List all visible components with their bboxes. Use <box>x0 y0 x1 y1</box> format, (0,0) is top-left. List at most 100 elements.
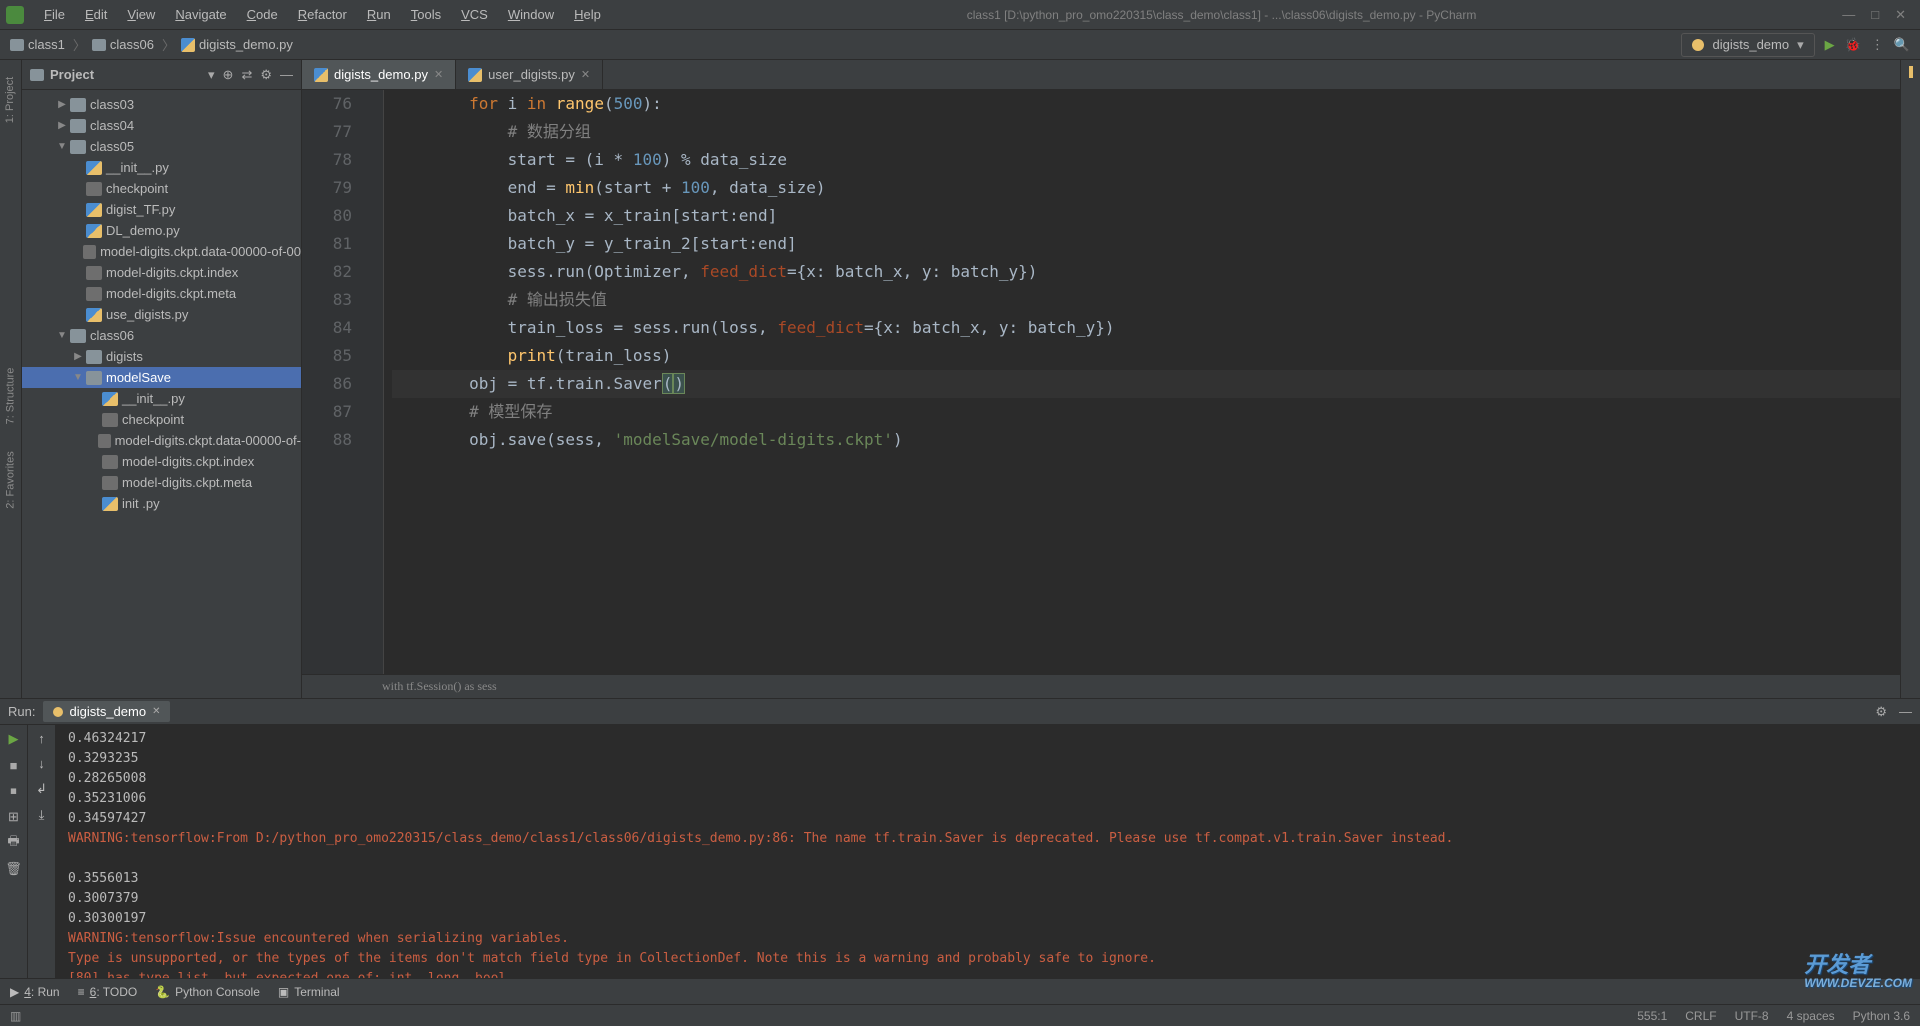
indent-status[interactable]: 4 spaces <box>1787 1009 1835 1023</box>
window-title: class1 [D:\python_pro_omo220315\class_de… <box>609 8 1834 22</box>
tree-item[interactable]: use_digists.py <box>22 304 301 325</box>
editor-tab[interactable]: digists_demo.py✕ <box>302 60 456 89</box>
menu-edit[interactable]: Edit <box>77 3 115 26</box>
more-actions-button[interactable]: ⋮ <box>1871 37 1884 53</box>
structure-tool-tab[interactable]: 7: Structure <box>5 368 17 425</box>
project-panel-header: Project ▾ ⊕ ⇄ ⚙ — <box>22 60 301 90</box>
breadcrumb-item[interactable]: class1〉 <box>10 35 86 54</box>
line-separator[interactable]: CRLF <box>1685 1009 1716 1023</box>
close-button[interactable]: ✕ <box>1895 7 1906 23</box>
main-area: 1: Project 7: Structure 2: Favorites Pro… <box>0 60 1920 698</box>
main-menu: FileEditViewNavigateCodeRefactorRunTools… <box>36 3 609 26</box>
chevron-down-icon[interactable]: ▾ <box>208 67 215 83</box>
python-console-tab[interactable]: 🐍 Python Console <box>155 985 260 999</box>
scroll-down-icon[interactable]: ↓ <box>38 756 45 771</box>
run-actions-bar: ▶ ■ ⏹ ⊞ 🖶 🗑 <box>0 725 28 978</box>
run-tool-window: Run: digists_demo ✕ ⚙ — ▶ ■ ⏹ ⊞ 🖶 🗑 ↑ <box>0 698 1920 978</box>
run-config-selector[interactable]: digists_demo ▾ <box>1681 33 1814 57</box>
run-tab-label: digists_demo <box>69 704 146 719</box>
run-bottom-tab[interactable]: ▶ 4: Run <box>10 985 60 999</box>
menu-code[interactable]: Code <box>239 3 286 26</box>
favorites-tool-tab[interactable]: 2: Favorites <box>5 451 17 508</box>
tree-item[interactable]: ▶class03 <box>22 94 301 115</box>
menu-run[interactable]: Run <box>359 3 399 26</box>
delete-button[interactable]: 🗑 <box>6 861 22 877</box>
run-scroll-bar: ↑ ↓ ↲ ⤓ <box>28 725 56 978</box>
tree-item[interactable]: __init__.py <box>22 388 301 409</box>
run-tool-header: Run: digists_demo ✕ ⚙ — <box>0 699 1920 725</box>
run-button[interactable]: ▶ <box>1825 37 1835 53</box>
code-content[interactable]: for i in range(500): # 数据分组 start = (i *… <box>384 90 1900 674</box>
hide-icon[interactable]: — <box>280 67 293 82</box>
tree-item[interactable]: __init__.py <box>22 157 301 178</box>
tree-item[interactable]: model-digits.ckpt.index <box>22 262 301 283</box>
debug-button[interactable]: 🐞 <box>1845 37 1861 53</box>
tree-item[interactable]: digist_TF.py <box>22 199 301 220</box>
error-stripe[interactable] <box>1900 60 1920 698</box>
layout-button[interactable]: ⊞ <box>6 809 22 825</box>
run-config-label: digists_demo <box>1712 37 1789 52</box>
run-tab-icon <box>53 707 63 717</box>
tree-item[interactable]: model-digits.ckpt.data-00000-of- <box>22 430 301 451</box>
navigation-bar: class1〉 class06〉 digists_demo.py digists_d… <box>0 30 1920 60</box>
breadcrumb: class1〉 class06〉 digists_demo.py <box>10 35 293 54</box>
stop-button[interactable]: ■ <box>6 757 22 773</box>
interpreter-status[interactable]: Python 3.6 <box>1853 1009 1910 1023</box>
locate-icon[interactable]: ⊕ <box>223 67 234 83</box>
scroll-up-icon[interactable]: ↑ <box>38 731 45 746</box>
run-hide-icon[interactable]: — <box>1899 704 1912 720</box>
tree-item[interactable]: model-digits.ckpt.data-00000-of-00 <box>22 241 301 262</box>
todo-bottom-tab[interactable]: ≡ 6: TODO <box>78 985 138 999</box>
tree-item[interactable]: ▶class04 <box>22 115 301 136</box>
soft-wrap-icon[interactable]: ↲ <box>36 781 47 797</box>
caret-position[interactable]: 555:1 <box>1637 1009 1667 1023</box>
project-tree[interactable]: ▶class03▶class04▼class05__init__.pycheck… <box>22 90 301 698</box>
close-icon[interactable]: ✕ <box>152 706 160 717</box>
terminal-tab[interactable]: ▣ Terminal <box>278 985 340 999</box>
run-settings-icon[interactable]: ⚙ <box>1875 704 1887 720</box>
run-tab[interactable]: digists_demo ✕ <box>43 701 170 722</box>
maximize-button[interactable]: □ <box>1871 7 1879 23</box>
tree-item[interactable]: model-digits.ckpt.index <box>22 451 301 472</box>
menu-window[interactable]: Window <box>500 3 562 26</box>
menu-file[interactable]: File <box>36 3 73 26</box>
tree-item[interactable]: checkpoint <box>22 409 301 430</box>
minimize-button[interactable]: — <box>1842 7 1855 23</box>
breadcrumb-item[interactable]: class06〉 <box>92 35 175 54</box>
menu-tools[interactable]: Tools <box>403 3 449 26</box>
tree-item[interactable]: model-digits.ckpt.meta <box>22 472 301 493</box>
tree-item[interactable]: ▼class05 <box>22 136 301 157</box>
breadcrumb-item[interactable]: digists_demo.py <box>181 37 293 52</box>
tree-item[interactable]: init .py <box>22 493 301 514</box>
menu-vcs[interactable]: VCS <box>453 3 496 26</box>
menu-view[interactable]: View <box>119 3 163 26</box>
context-breadcrumb: with tf.Session() as sess <box>302 674 1900 698</box>
project-tool-tab[interactable]: 1: Project <box>5 77 17 123</box>
menu-refactor[interactable]: Refactor <box>290 3 355 26</box>
fold-gutter[interactable] <box>372 90 384 674</box>
run-output[interactable]: 0.463242170.32932350.282650080.352310060… <box>56 725 1920 978</box>
menu-navigate[interactable]: Navigate <box>167 3 234 26</box>
editor-tab[interactable]: user_digists.py✕ <box>456 60 603 89</box>
settings-icon[interactable]: ⚙ <box>260 67 272 83</box>
run-label: Run: <box>8 704 35 719</box>
tree-item[interactable]: model-digits.ckpt.meta <box>22 283 301 304</box>
exit-button[interactable]: ⏹ <box>6 783 22 799</box>
tree-item[interactable]: checkpoint <box>22 178 301 199</box>
print-button[interactable]: 🖶 <box>6 835 22 851</box>
editor-area: digists_demo.py✕user_digists.py✕ 7677787… <box>302 60 1900 698</box>
collapse-icon[interactable]: ⇄ <box>241 67 252 83</box>
line-gutter: 76777879808182838485868788 <box>302 90 372 674</box>
file-encoding[interactable]: UTF-8 <box>1735 1009 1769 1023</box>
tree-item[interactable]: ▶digists <box>22 346 301 367</box>
status-icon[interactable]: ▥ <box>10 1009 21 1023</box>
code-editor[interactable]: 76777879808182838485868788 for i in rang… <box>302 90 1900 674</box>
tree-item[interactable]: ▼modelSave <box>22 367 301 388</box>
scroll-to-end-icon[interactable]: ⤓ <box>39 807 45 823</box>
run-config-icon <box>1692 39 1704 51</box>
rerun-button[interactable]: ▶ <box>6 731 22 747</box>
search-everywhere-button[interactable]: 🔍 <box>1894 37 1910 53</box>
tree-item[interactable]: DL_demo.py <box>22 220 301 241</box>
tree-item[interactable]: ▼class06 <box>22 325 301 346</box>
menu-help[interactable]: Help <box>566 3 609 26</box>
